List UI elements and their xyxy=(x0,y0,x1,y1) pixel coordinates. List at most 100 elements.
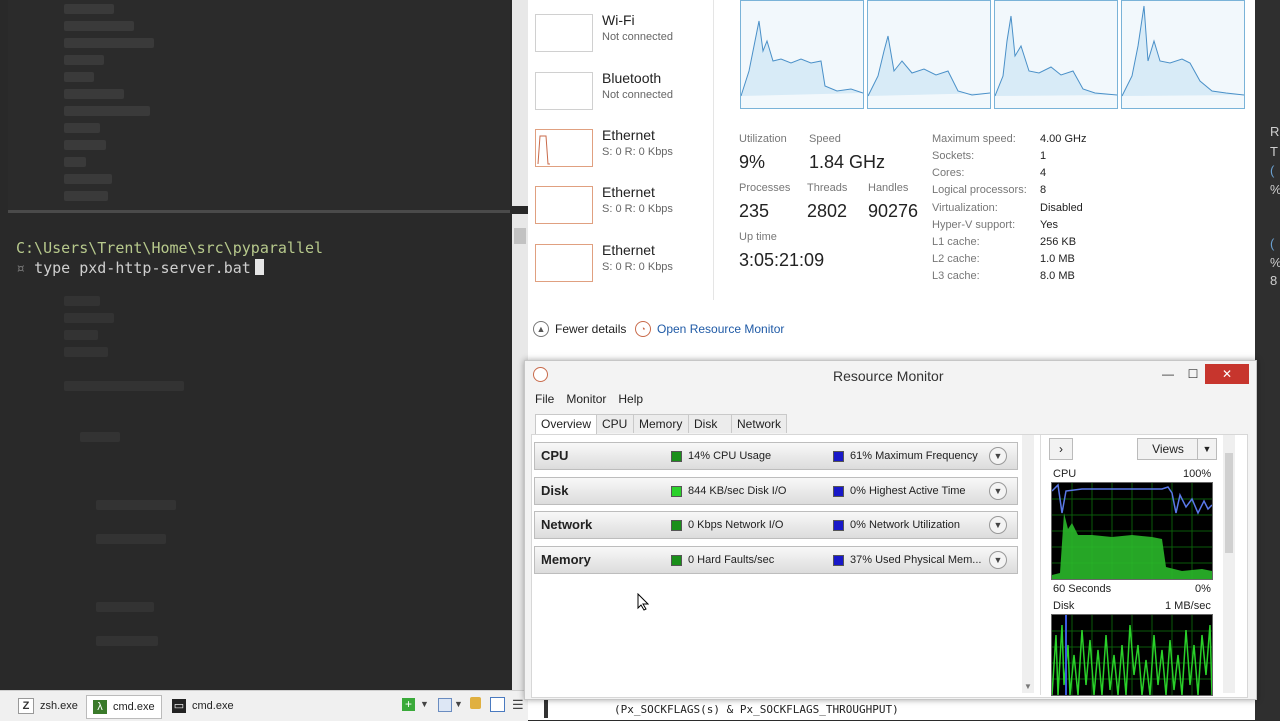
split-view-icon[interactable] xyxy=(490,697,505,712)
prompt-marker: ¤ xyxy=(16,259,26,277)
section-disk[interactable]: Disk 844 KB/sec Disk I/O 0% Highest Acti… xyxy=(534,477,1018,505)
terminal-command-line[interactable]: ¤ type pxd-http-server.bat xyxy=(16,259,264,277)
tab-cmd-active[interactable]: λ cmd.exe xyxy=(86,695,162,719)
tab-overview[interactable]: Overview xyxy=(535,414,598,435)
metric-a: 0 Kbps Network I/O xyxy=(688,519,784,531)
bluetooth-thumbnail xyxy=(535,72,593,110)
maximize-button[interactable]: ☐ xyxy=(1182,364,1204,384)
chevron-down-icon[interactable]: ▼ xyxy=(989,482,1007,500)
window-title: Resource Monitor xyxy=(833,368,944,384)
network-item-bluetooth[interactable]: Bluetooth Not connected xyxy=(535,70,715,120)
wifi-thumbnail xyxy=(535,14,593,52)
chevron-down-icon[interactable]: ▼ xyxy=(989,551,1007,569)
ethernet-thumbnail xyxy=(535,244,593,282)
spec-key: Cores: xyxy=(932,167,965,179)
strip-char: 8 xyxy=(1270,273,1278,288)
spec-value: 1 xyxy=(1040,150,1047,162)
lambda-icon: λ xyxy=(93,700,107,714)
mouse-cursor-icon xyxy=(637,592,650,614)
task-manager-window: Wi-Fi Not connected Bluetooth Not connec… xyxy=(528,0,1255,360)
disk-graph-max: 1 MB/sec xyxy=(1165,600,1211,612)
views-button[interactable]: Views xyxy=(1137,438,1199,460)
menu-icon[interactable]: ☰ xyxy=(512,697,524,713)
metric-a: 14% CPU Usage xyxy=(688,450,772,462)
tab-cmd[interactable]: ▭ cmd.exe xyxy=(166,695,240,717)
tab-disk[interactable]: Disk xyxy=(688,414,733,433)
network-name: Ethernet xyxy=(602,242,655,258)
menu-monitor[interactable]: Monitor xyxy=(566,392,606,406)
terminal-window[interactable]: C:\Users\Trent\Home\src\pyparallel ¤ typ… xyxy=(0,0,528,690)
network-item-ethernet-2[interactable]: Ethernet S: 0 R: 0 Kbps xyxy=(535,184,715,234)
pane-divider[interactable] xyxy=(8,210,510,213)
network-item-ethernet-3[interactable]: Ethernet S: 0 R: 0 Kbps xyxy=(535,242,715,292)
processes-label: Processes xyxy=(739,182,791,194)
section-title: Memory xyxy=(541,552,591,567)
tab-network[interactable]: Network xyxy=(731,414,788,433)
menu-file[interactable]: File xyxy=(535,392,554,406)
section-network[interactable]: Network 0 Kbps Network I/O 0% Network Ut… xyxy=(534,511,1018,539)
tab-memory[interactable]: Memory xyxy=(633,414,690,433)
open-resource-monitor-label: Open Resource Monitor xyxy=(657,322,785,336)
views-dropdown-icon[interactable]: ▼ xyxy=(1197,438,1217,460)
network-status: S: 0 R: 0 Kbps xyxy=(602,146,673,158)
threads-value: 2802 xyxy=(807,201,848,221)
tab-strip: Overview CPU Memory Disk Network xyxy=(535,414,788,435)
network-name: Ethernet xyxy=(602,127,655,143)
close-button[interactable]: ✕ xyxy=(1205,364,1249,384)
section-cpu[interactable]: CPU 14% CPU Usage 61% Maximum Frequency … xyxy=(534,442,1018,470)
chevron-down-icon[interactable]: ▼ xyxy=(989,447,1007,465)
dropdown-arrow-icon[interactable]: ▼ xyxy=(420,699,429,709)
terminal-tab-bar: Z zsh.exe λ cmd.exe ▭ cmd.exe + ▼ ▼ ☰ xyxy=(0,690,528,721)
processes-value: 235 xyxy=(739,201,770,221)
overview-scrollbar[interactable]: ▼ xyxy=(1022,435,1034,693)
chevron-down-icon[interactable]: ▼ xyxy=(989,516,1007,534)
sidebar-scrollbar[interactable] xyxy=(1223,435,1235,693)
metric-b: 0% Highest Active Time xyxy=(850,485,966,497)
menu-help[interactable]: Help xyxy=(618,392,643,406)
ethernet-thumbnail xyxy=(535,186,593,224)
tab-label: zsh.exe xyxy=(40,700,78,712)
spec-value: 4 xyxy=(1040,167,1047,179)
strip-char: % xyxy=(1270,255,1280,270)
network-status: S: 0 R: 0 Kbps xyxy=(602,203,673,215)
chevron-up-icon: ▲ xyxy=(533,321,549,337)
metric-a: 844 KB/sec Disk I/O xyxy=(688,485,787,497)
lock-icon[interactable] xyxy=(470,697,481,709)
network-item-ethernet-1[interactable]: Ethernet S: 0 R: 0 Kbps xyxy=(535,127,715,177)
cpu-graph-max: 100% xyxy=(1183,468,1212,480)
network-item-wifi[interactable]: Wi-Fi Not connected xyxy=(535,12,715,62)
window-icon[interactable] xyxy=(438,698,452,712)
tab-label: cmd.exe xyxy=(192,700,234,712)
resource-monitor-icon: ◔ xyxy=(635,321,651,337)
title-bar[interactable]: Resource Monitor — ☐ ✕ xyxy=(525,361,1256,389)
section-memory[interactable]: Memory 0 Hard Faults/sec 37% Used Physic… xyxy=(534,546,1018,574)
dropdown-arrow-icon[interactable]: ▼ xyxy=(454,699,463,709)
threads-label: Threads xyxy=(807,182,848,194)
cpu-graph-label: CPU xyxy=(1053,468,1077,480)
network-name: Bluetooth xyxy=(602,70,662,86)
strip-char: R xyxy=(1270,124,1280,139)
expand-sidebar-button[interactable]: › xyxy=(1049,438,1073,460)
tab-cpu[interactable]: CPU xyxy=(596,414,635,433)
disk-graph-label: Disk xyxy=(1053,600,1075,612)
open-resource-monitor-link[interactable]: ◔ Open Resource Monitor xyxy=(635,321,784,337)
file-tree-pane xyxy=(8,0,510,210)
graph-sidebar: › Views ▼ CPU 100% 60 Seconds 0% Disk 1 … xyxy=(1040,435,1237,696)
spec-key: Sockets: xyxy=(932,150,975,162)
spec-value: Yes xyxy=(1040,219,1058,231)
cpu-core-graph xyxy=(867,0,991,109)
handles-label: Handles xyxy=(868,182,909,194)
spec-value: 8 xyxy=(1040,184,1047,196)
network-status: Not connected xyxy=(602,31,673,43)
utilization-label: Utilization xyxy=(739,133,787,145)
metric-b: 37% Used Physical Mem... xyxy=(850,554,982,566)
terminal-prompt-path: C:\Users\Trent\Home\src\pyparallel xyxy=(16,239,324,257)
new-tab-icon[interactable]: + xyxy=(402,698,415,711)
fewer-details-button[interactable]: ▲ Fewer details xyxy=(533,321,626,337)
network-name: Ethernet xyxy=(602,184,655,200)
tree-scrollbar[interactable] xyxy=(512,0,528,206)
cpu-core-graph xyxy=(740,0,864,109)
tab-zsh[interactable]: Z zsh.exe xyxy=(12,695,84,717)
minimize-button[interactable]: — xyxy=(1157,364,1179,384)
uptime-value: 3:05:21:09 xyxy=(739,250,825,270)
